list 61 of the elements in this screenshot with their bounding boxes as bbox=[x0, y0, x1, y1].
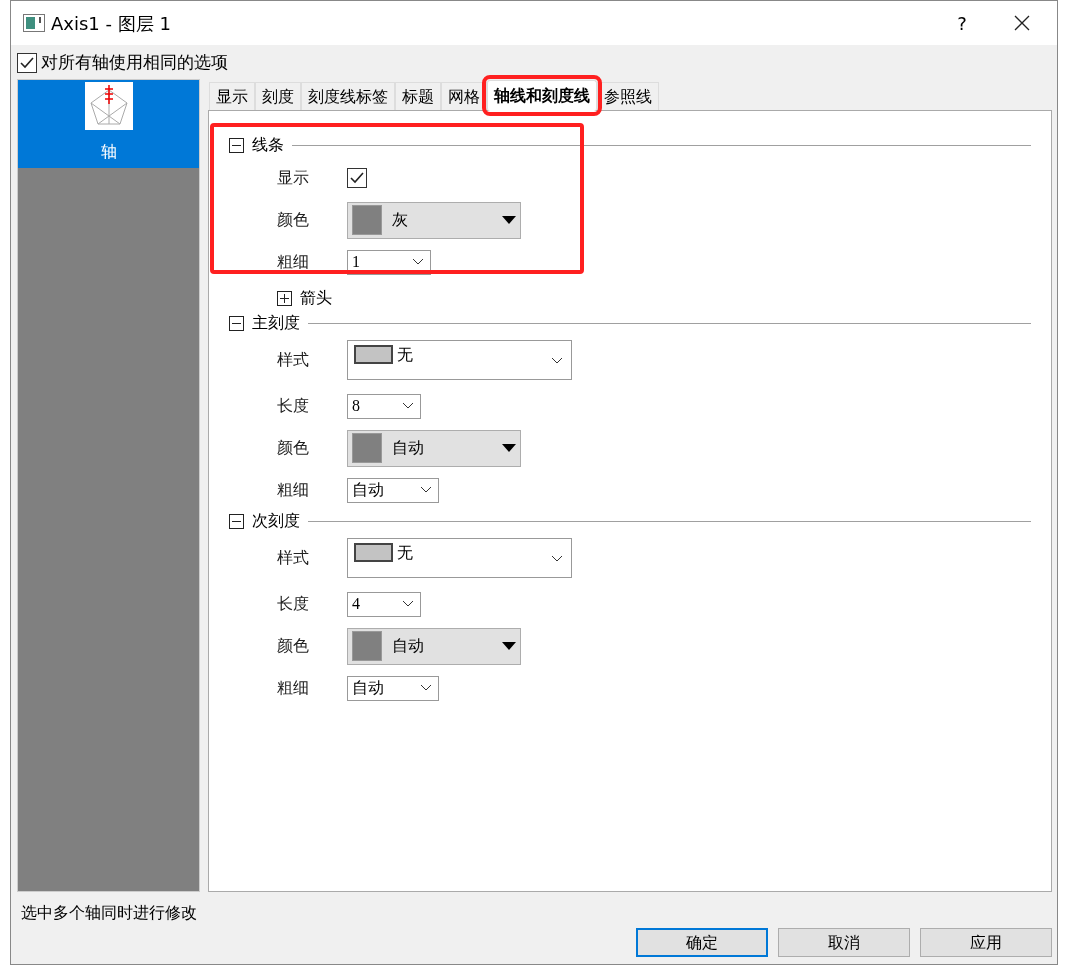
checkbox[interactable] bbox=[17, 53, 37, 73]
line-style-swatch bbox=[354, 543, 393, 562]
help-button[interactable]: ? bbox=[937, 1, 987, 45]
tab[interactable]: 网格 bbox=[441, 82, 487, 110]
checkbox-label: 对所有轴使用相同的选项 bbox=[41, 51, 228, 75]
dropdown-arrow-icon bbox=[502, 444, 516, 452]
dropdown-arrow-icon bbox=[502, 216, 516, 224]
tab[interactable]: 刻度线标签 bbox=[301, 82, 395, 110]
checkmark-icon bbox=[20, 57, 34, 69]
field-label: 显示 bbox=[277, 167, 310, 189]
combo-box[interactable]: 自动 bbox=[347, 675, 439, 701]
section-title: 主刻度 bbox=[252, 312, 300, 334]
field-label: 粗细 bbox=[277, 677, 310, 699]
chevron-icon bbox=[551, 357, 563, 365]
collapse-icon[interactable] bbox=[229, 513, 244, 529]
tab[interactable]: 参照线 bbox=[597, 82, 659, 110]
color-dropdown[interactable]: 灰 bbox=[347, 201, 521, 239]
subsection-label: 箭头 bbox=[300, 287, 332, 309]
field-label: 长度 bbox=[277, 593, 310, 615]
field-label: 样式 bbox=[277, 349, 310, 371]
checkmark-icon bbox=[350, 172, 364, 184]
collapse-icon[interactable] bbox=[229, 137, 244, 153]
collapse-icon[interactable] bbox=[229, 315, 244, 331]
field-label: 颜色 bbox=[277, 437, 310, 459]
sidebar-item[interactable]: 轴 bbox=[18, 80, 199, 168]
tab[interactable]: 标题 bbox=[395, 82, 441, 110]
window-icon bbox=[23, 14, 45, 32]
chevron-icon bbox=[412, 258, 424, 266]
window-title: Axis1 - 图层 1 bbox=[51, 11, 171, 36]
field-label: 颜色 bbox=[277, 209, 310, 231]
dialog-button[interactable]: 应用 bbox=[920, 928, 1052, 957]
combo-box[interactable]: 8 bbox=[347, 393, 421, 419]
field-label: 长度 bbox=[277, 395, 310, 417]
field-label: 粗细 bbox=[277, 479, 310, 501]
line-style-swatch bbox=[354, 345, 393, 364]
combo-box[interactable]: 自动 bbox=[347, 477, 439, 503]
color-dropdown[interactable]: 自动 bbox=[347, 429, 521, 467]
chevron-icon bbox=[402, 600, 414, 608]
style-dropdown[interactable]: 无 bbox=[347, 340, 572, 380]
tab[interactable]: 刻度 bbox=[255, 82, 301, 110]
dialog-button[interactable]: 确定 bbox=[636, 928, 768, 957]
axis-icon bbox=[84, 82, 133, 130]
combo-box[interactable]: 4 bbox=[347, 591, 421, 617]
section-title: 线条 bbox=[252, 134, 284, 156]
chevron-icon bbox=[551, 555, 563, 563]
section-title: 次刻度 bbox=[252, 510, 300, 532]
chevron-icon bbox=[420, 486, 432, 494]
field-label: 样式 bbox=[277, 547, 310, 569]
field-label: 粗细 bbox=[277, 251, 310, 273]
close-icon bbox=[1014, 15, 1030, 31]
expand-icon[interactable] bbox=[277, 290, 292, 306]
color-dropdown[interactable]: 自动 bbox=[347, 627, 521, 665]
field-label: 颜色 bbox=[277, 635, 310, 657]
dialog-button[interactable]: 取消 bbox=[778, 928, 910, 957]
dropdown-arrow-icon bbox=[502, 642, 516, 650]
style-dropdown[interactable]: 无 bbox=[347, 538, 572, 578]
chevron-icon bbox=[402, 402, 414, 410]
chevron-icon bbox=[420, 684, 432, 692]
status-text: 选中多个轴同时进行修改 bbox=[21, 902, 197, 924]
checkbox[interactable] bbox=[347, 168, 367, 188]
tab[interactable]: 显示 bbox=[209, 82, 255, 110]
